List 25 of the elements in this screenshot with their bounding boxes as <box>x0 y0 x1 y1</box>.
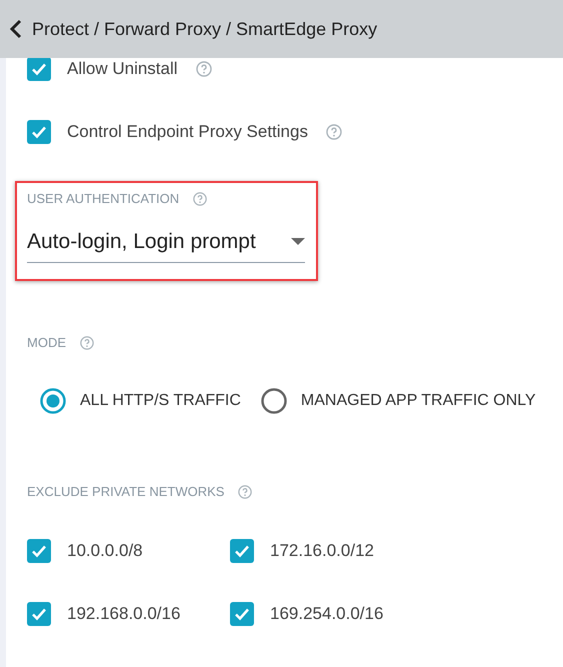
field-label: USER AUTHENTICATION <box>27 191 180 206</box>
section-label: MODE <box>27 335 66 350</box>
network-label: 172.16.0.0/12 <box>270 541 374 561</box>
help-icon[interactable] <box>193 192 208 206</box>
checkbox[interactable] <box>27 120 51 144</box>
network-label: 10.0.0.0/8 <box>67 541 143 561</box>
checkbox[interactable] <box>230 539 254 563</box>
help-icon[interactable] <box>326 124 342 140</box>
authentication-dropdown[interactable]: Auto-login, Login prompt <box>27 230 305 263</box>
radio-option[interactable]: MANAGED APP TRAFFIC ONLY <box>260 388 536 414</box>
caret-icon <box>291 238 305 246</box>
checkbox[interactable] <box>27 602 51 626</box>
section-label: EXCLUDE PRIVATE NETWORKS <box>27 484 224 499</box>
radio-option[interactable]: ALL HTTP/S TRAFFIC <box>40 388 241 414</box>
breadcrumb: Protect / Forward Proxy / SmartEdge Proxy <box>32 18 378 40</box>
option-label: Control Endpoint Proxy Settings <box>67 122 308 142</box>
network-label: 192.168.0.0/16 <box>67 604 180 624</box>
option-label: Allow Uninstall <box>67 59 178 79</box>
checkbox[interactable] <box>27 58 51 81</box>
help-icon[interactable] <box>196 61 212 77</box>
network-label: 169.254.0.0/16 <box>270 604 384 624</box>
help-icon[interactable] <box>80 336 94 350</box>
checkbox[interactable] <box>27 539 51 563</box>
checkbox[interactable] <box>230 602 254 626</box>
help-icon[interactable] <box>238 484 252 498</box>
